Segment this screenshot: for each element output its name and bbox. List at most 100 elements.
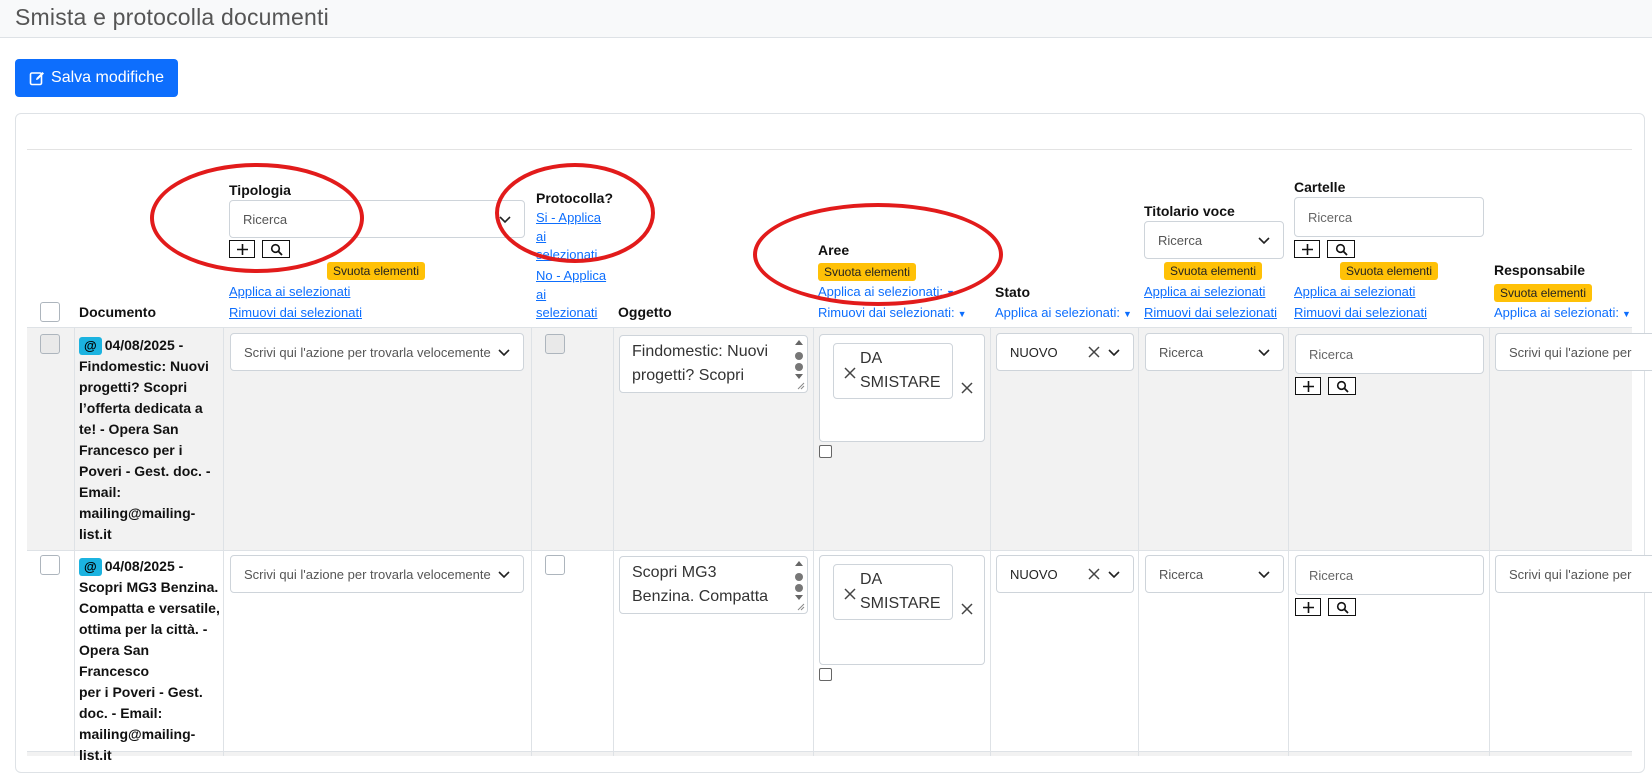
oggetto-line: Benzina. Compatta <box>632 588 769 605</box>
tipologia-clear-badge[interactable]: Svuota elementi <box>327 262 426 280</box>
plus-icon <box>1301 243 1313 255</box>
save-button[interactable]: Salva modifiche <box>15 59 178 97</box>
chevron-down-icon <box>498 349 510 357</box>
cartelle-search-placeholder: Ricerca <box>1308 209 1353 225</box>
titolario-apply-link[interactable]: Applica ai selezionati <box>1144 284 1265 299</box>
chevron-down-icon <box>1258 237 1270 245</box>
annotation-circle-aree <box>753 203 1003 306</box>
search-cartella-button[interactable] <box>1327 240 1355 258</box>
stato-row-select[interactable]: NUOVO <box>996 333 1134 371</box>
search-cartella-row-button[interactable] <box>1328 598 1356 616</box>
column-divider <box>1288 328 1289 756</box>
protocolla-no-link[interactable]: No - Applica ai selezionati <box>536 267 606 323</box>
cartelle-remove-link[interactable]: Rimuovi dai selezionati <box>1294 305 1427 320</box>
row-select-checkbox[interactable] <box>40 555 60 575</box>
titolario-remove-link[interactable]: Rimuovi dai selezionati <box>1144 305 1277 320</box>
chevron-down-icon <box>1108 349 1120 357</box>
email-badge: @ <box>79 558 102 576</box>
titolario-select-value: Ricerca <box>1158 232 1203 248</box>
oggetto-textarea[interactable]: Scopri MG3 Benzina. Compatta <box>619 556 808 614</box>
table-row-3-shade <box>27 752 1632 756</box>
textarea-scroll-spinner-icon[interactable] <box>792 337 806 391</box>
column-divider <box>1489 328 1490 756</box>
document-line: progetti? Scopri <box>79 379 188 395</box>
responsabile-apply-dropdown[interactable]: Applica ai selezionati: ▼ <box>1494 305 1631 320</box>
tipologia-apply-link[interactable]: Applica ai selezionati <box>229 284 350 299</box>
select-all-checkbox[interactable] <box>40 302 60 322</box>
row-select-checkbox[interactable] <box>40 334 60 354</box>
page-title: Smista e protocolla documenti <box>15 4 329 30</box>
column-header-responsabile: Responsabile <box>1494 262 1586 278</box>
document-line: 04/08/2025 - <box>104 558 184 574</box>
protocolla-row-checkbox[interactable] <box>545 555 565 575</box>
caret-down-icon: ▼ <box>1622 309 1631 319</box>
responsabile-clear-badge[interactable]: Svuota elementi <box>1494 284 1593 302</box>
document-line: Email: <box>79 484 122 500</box>
search-cartella-row-button[interactable] <box>1328 377 1356 395</box>
responsabile-row-placeholder: Scrivi qui l'azione per <box>1509 344 1632 360</box>
aree-row-checkbox[interactable] <box>819 445 832 458</box>
titolario-select[interactable]: Ricerca <box>1144 221 1284 259</box>
aree-remove-dropdown[interactable]: Rimuovi dai selezionati: ▼ <box>818 305 967 320</box>
protocolla-no-line[interactable]: ai <box>536 286 606 305</box>
responsabile-row-select[interactable]: Scrivi qui l'azione per <box>1495 555 1652 593</box>
titolario-clear-badge[interactable]: Svuota elementi <box>1164 262 1263 280</box>
cartelle-search-input[interactable]: Ricerca <box>1294 197 1484 237</box>
protocolla-row-checkbox[interactable] <box>545 334 565 354</box>
titolario-row-select[interactable]: Ricerca <box>1145 333 1284 371</box>
add-cartella-row-button[interactable] <box>1295 377 1321 395</box>
area-tag-line: DA <box>860 350 883 367</box>
add-cartella-row-button[interactable] <box>1295 598 1321 616</box>
document-line: mailing@mailing- <box>79 726 196 742</box>
cartelle-clear-badge[interactable]: Svuota elementi <box>1340 262 1439 280</box>
stato-value: NUOVO <box>1010 344 1058 360</box>
protocolla-no-line[interactable]: No - Applica <box>536 267 606 286</box>
column-divider <box>74 328 75 756</box>
textarea-scroll-spinner-icon[interactable] <box>792 558 806 612</box>
chevron-down-icon <box>1258 349 1270 357</box>
tipologia-row-placeholder: Scrivi qui l'azione per trovarla velocem… <box>244 566 491 582</box>
document-title[interactable]: @04/08/2025 - Findomestic: Nuovi progett… <box>79 335 221 545</box>
remove-tag-icon[interactable] <box>843 587 857 601</box>
remove-tag-icon[interactable] <box>843 366 857 380</box>
row-divider <box>27 550 1632 551</box>
clear-tags-icon[interactable] <box>960 602 974 616</box>
document-line: Poveri - Gest. doc. - <box>79 463 211 479</box>
search-icon <box>1336 380 1349 393</box>
area-tag-line: DA <box>860 571 883 588</box>
tipologia-remove-link[interactable]: Rimuovi dai selezionati <box>229 305 362 320</box>
clear-icon[interactable] <box>1087 345 1101 359</box>
clear-tags-icon[interactable] <box>960 381 974 395</box>
add-cartella-button[interactable] <box>1294 240 1320 258</box>
cartelle-row-placeholder: Ricerca <box>1309 567 1354 583</box>
top-bar: Smista e protocolla documenti <box>0 0 1652 38</box>
document-line: Francesco per i <box>79 442 183 458</box>
column-divider <box>813 328 814 756</box>
caret-down-icon: ▼ <box>1123 309 1132 319</box>
titolario-row-select[interactable]: Ricerca <box>1145 555 1284 593</box>
protocolla-no-line[interactable]: selezionati <box>536 304 606 323</box>
card-toolbar-divider <box>27 149 1632 150</box>
stato-row-select[interactable]: NUOVO <box>996 555 1134 593</box>
column-divider <box>223 328 224 756</box>
tipologia-row-select[interactable]: Scrivi qui l'azione per trovarla velocem… <box>230 555 524 593</box>
document-title[interactable]: @04/08/2025 - Scopri MG3 Benzina. Compat… <box>79 556 221 766</box>
column-divider <box>613 328 614 756</box>
clear-icon[interactable] <box>1087 567 1101 581</box>
cartelle-row-input[interactable]: Ricerca <box>1295 555 1484 595</box>
aree-row-checkbox[interactable] <box>819 668 832 681</box>
cartelle-apply-link[interactable]: Applica ai selezionati <box>1294 284 1415 299</box>
oggetto-line: progetti? Scopri <box>632 367 745 384</box>
tipologia-row-select[interactable]: Scrivi qui l'azione per trovarla velocem… <box>230 333 524 371</box>
responsabile-row-placeholder: Scrivi qui l'azione per <box>1509 566 1632 582</box>
stato-apply-dropdown[interactable]: Applica ai selezionati: ▼ <box>995 305 1132 320</box>
document-line: l’offerta dedicata a <box>79 400 203 416</box>
document-line: mailing@mailing- <box>79 505 196 521</box>
document-line: Findomestic: Nuovi <box>79 358 209 374</box>
document-line: Compatta e versatile, <box>79 600 220 616</box>
plus-icon <box>1302 380 1314 392</box>
responsabile-row-select[interactable]: Scrivi qui l'azione per <box>1495 333 1652 371</box>
save-button-label: Salva modifiche <box>51 69 164 86</box>
cartelle-row-input[interactable]: Ricerca <box>1295 334 1484 374</box>
oggetto-textarea[interactable]: Findomestic: Nuovi progetti? Scopri <box>619 335 808 393</box>
